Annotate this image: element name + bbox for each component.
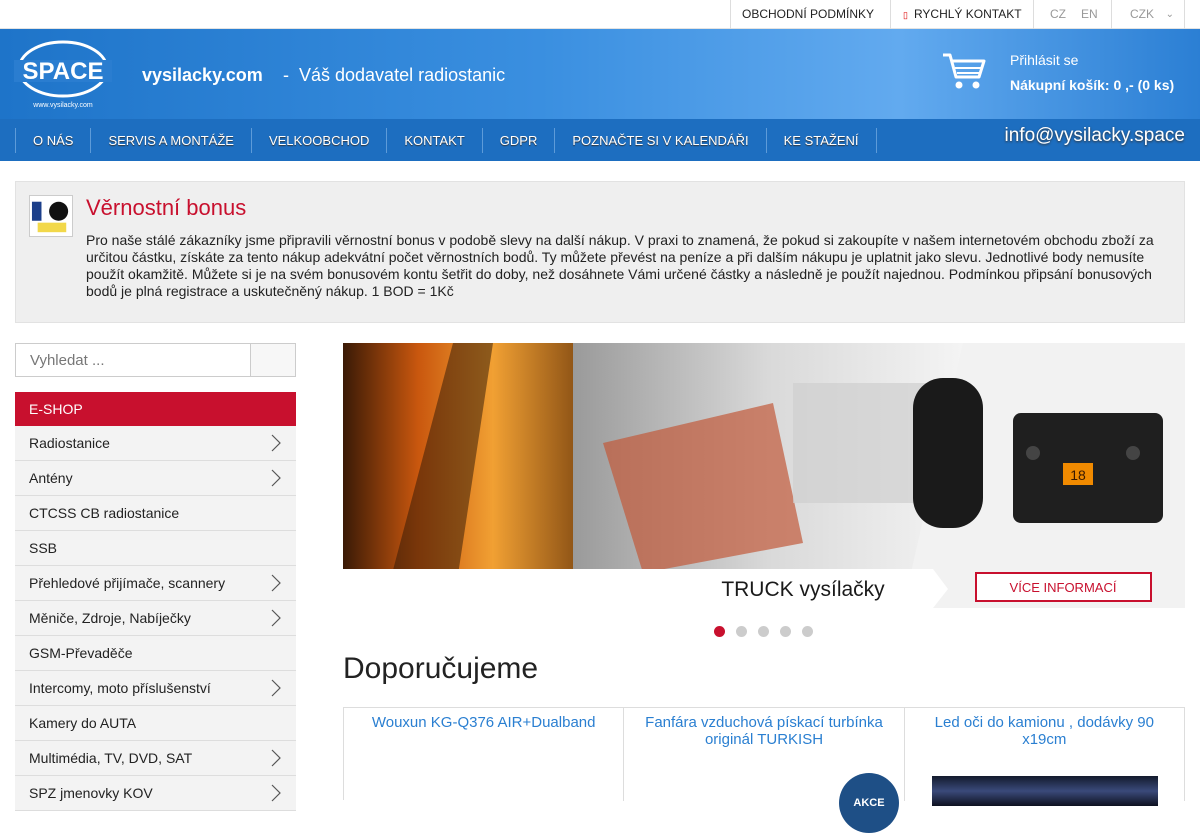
nav-list: O NÁS SERVIS A MONTÁŽE VELKOOBCHOD KONTAKT G…: [15, 128, 877, 153]
site-name[interactable]: vysilacky.com: [142, 65, 263, 86]
category-label: Radiostanice: [29, 435, 110, 451]
slider-caption: TRUCK vysílačky: [721, 578, 885, 601]
category-item[interactable]: Multimédia, TV, DVD, SAT: [15, 741, 296, 776]
nav-item[interactable]: GDPR: [481, 128, 555, 153]
category-label: Multimédia, TV, DVD, SAT: [29, 750, 193, 766]
quick-contact-link[interactable]: ▯ RYCHLÝ KONTAKT: [890, 0, 1033, 29]
chevron-right-icon[interactable]: [268, 566, 284, 600]
chevron-right-icon[interactable]: [268, 426, 284, 460]
bonus-title: Věrnostní bonus: [86, 195, 247, 220]
chevron-right-icon[interactable]: [268, 741, 284, 775]
category-menu: E-SHOP Radiostanice Antény CTCSS CB radios…: [15, 392, 296, 811]
site-tagline: Váš dodavatel radiostanic: [299, 65, 506, 85]
chevron-right-icon[interactable]: [268, 461, 284, 495]
category-label: Kamery do AUTA: [29, 715, 137, 731]
category-label: SPZ jmenovky KOV: [29, 785, 153, 801]
category-item[interactable]: Antény: [15, 461, 296, 496]
slider-dot[interactable]: [758, 626, 769, 637]
category-item[interactable]: GSM-Převaděče: [15, 636, 296, 671]
shopping-cart-icon[interactable]: [941, 51, 987, 91]
main-nav: O NÁS SERVIS A MONTÁŽE VELKOOBCHOD KONTAKT G…: [0, 119, 1200, 161]
cart-summary[interactable]: Nákupní košík: 0 ,- (0 ks): [1010, 77, 1174, 93]
category-item[interactable]: SPZ jmenovky KOV: [15, 776, 296, 811]
bonus-text: Pro naše stálé zákazníky jsme připravili…: [86, 232, 1154, 299]
chevron-down-icon: ⌄: [1165, 9, 1174, 20]
category-item[interactable]: Radiostanice: [15, 426, 296, 461]
category-label: CTCSS CB radiostanice: [29, 505, 180, 521]
chevron-right-icon[interactable]: [268, 601, 284, 635]
slider-dot[interactable]: [802, 626, 813, 637]
recommend-title: Doporučujeme: [343, 652, 539, 685]
category-item[interactable]: CTCSS CB radiostanice: [15, 496, 296, 531]
chevron-right-icon[interactable]: [268, 776, 284, 810]
category-item[interactable]: SSB: [15, 531, 296, 566]
logo-url-text: www.vysilacky.com: [32, 102, 93, 109]
site-name-separator: -: [283, 65, 289, 85]
lang-en-label: EN: [1081, 7, 1098, 21]
product-card[interactable]: Wouxun KG-Q376 AIR+Dualband: [344, 708, 625, 801]
nav-item[interactable]: POZNAČTE SI V KALENDÁŘI: [554, 128, 765, 153]
product-card[interactable]: Led oči do kamionu , dodávky 90 x19cm: [905, 708, 1185, 806]
slider-more-info-button[interactable]: VÍCE INFORMACÍ: [1010, 580, 1117, 595]
category-label: Intercomy, moto příslušenství: [29, 680, 211, 696]
product-image[interactable]: [931, 776, 1158, 806]
category-label: Antény: [29, 470, 73, 486]
hero-slider[interactable]: 18 TRUCK vysílačky VÍCE INFORMACÍ: [343, 343, 1185, 608]
top-bar: OBCHODNÍ PODMÍNKY ▯ RYCHLÝ KONTAKT CZ EN …: [0, 0, 1200, 29]
currency-select[interactable]: CZK ⌄: [1111, 0, 1185, 29]
terms-link[interactable]: OBCHODNÍ PODMÍNKY: [730, 0, 890, 29]
nav-item[interactable]: O NÁS: [15, 128, 90, 153]
space-logo[interactable]: SPACE www.vysilacky.com: [14, 39, 112, 111]
radio-display-text: 18: [1070, 467, 1086, 483]
logo-text: SPACE: [23, 58, 104, 85]
search-button[interactable]: [250, 343, 296, 377]
category-item[interactable]: Měniče, Zdroje, Nabíječky: [15, 601, 296, 636]
terms-link-label: OBCHODNÍ PODMÍNKY: [742, 7, 875, 21]
category-label: Měniče, Zdroje, Nabíječky: [29, 610, 191, 626]
category-list: Radiostanice Antény CTCSS CB radiostanice S…: [15, 426, 296, 811]
slider-dot[interactable]: [736, 626, 747, 637]
category-item[interactable]: Přehledové přijímače, scannery: [15, 566, 296, 601]
slider-dot[interactable]: [714, 626, 725, 637]
search-box: [15, 343, 296, 377]
search-input[interactable]: [15, 343, 251, 377]
product-name[interactable]: Led oči do kamionu , dodávky 90 x19cm: [911, 714, 1178, 748]
loyalty-bonus-panel: Věrnostní bonus Pro naše stálé zákazníky…: [15, 181, 1185, 323]
product-name[interactable]: Fanfára vzduchová pískací turbínka origi…: [630, 714, 897, 748]
category-item[interactable]: Intercomy, moto příslušenství: [15, 671, 296, 706]
header: SPACE www.vysilacky.com vysilacky.com - …: [0, 29, 1200, 119]
category-label: Přehledové přijímače, scannery: [29, 575, 226, 591]
contact-email[interactable]: info@vysilacky.space: [1005, 125, 1186, 147]
nav-item[interactable]: VELKOOBCHOD: [250, 128, 386, 153]
quick-contact-label: RYCHLÝ KONTAKT: [913, 7, 1022, 21]
product-grid: Wouxun KG-Q376 AIR+Dualband Fanfára vzdu…: [343, 707, 1185, 833]
nav-item[interactable]: KONTAKT: [386, 128, 481, 153]
login-link[interactable]: Přihlásit se: [1010, 52, 1078, 68]
product-name[interactable]: Wouxun KG-Q376 AIR+Dualband: [350, 714, 617, 731]
category-header[interactable]: E-SHOP: [15, 392, 296, 426]
search-icon: [251, 344, 295, 376]
currency-label: CZK: [1130, 7, 1154, 21]
nav-item[interactable]: KE STAŽENÍ: [765, 128, 877, 153]
category-label: SSB: [29, 540, 58, 556]
sale-badge: AKCE: [839, 773, 899, 833]
nav-item[interactable]: SERVIS A MONTÁŽE: [90, 128, 250, 153]
phone-icon: ▯: [903, 10, 908, 20]
lang-cz-label: CZ: [1050, 7, 1066, 21]
slider-dots: [714, 626, 824, 637]
category-item[interactable]: Kamery do AUTA: [15, 706, 296, 741]
chevron-right-icon[interactable]: [268, 671, 284, 705]
loyalty-program-image: [29, 195, 73, 237]
slider-dot[interactable]: [780, 626, 791, 637]
category-label: GSM-Převaděče: [29, 645, 133, 661]
lang-en-link[interactable]: EN: [1070, 0, 1110, 29]
